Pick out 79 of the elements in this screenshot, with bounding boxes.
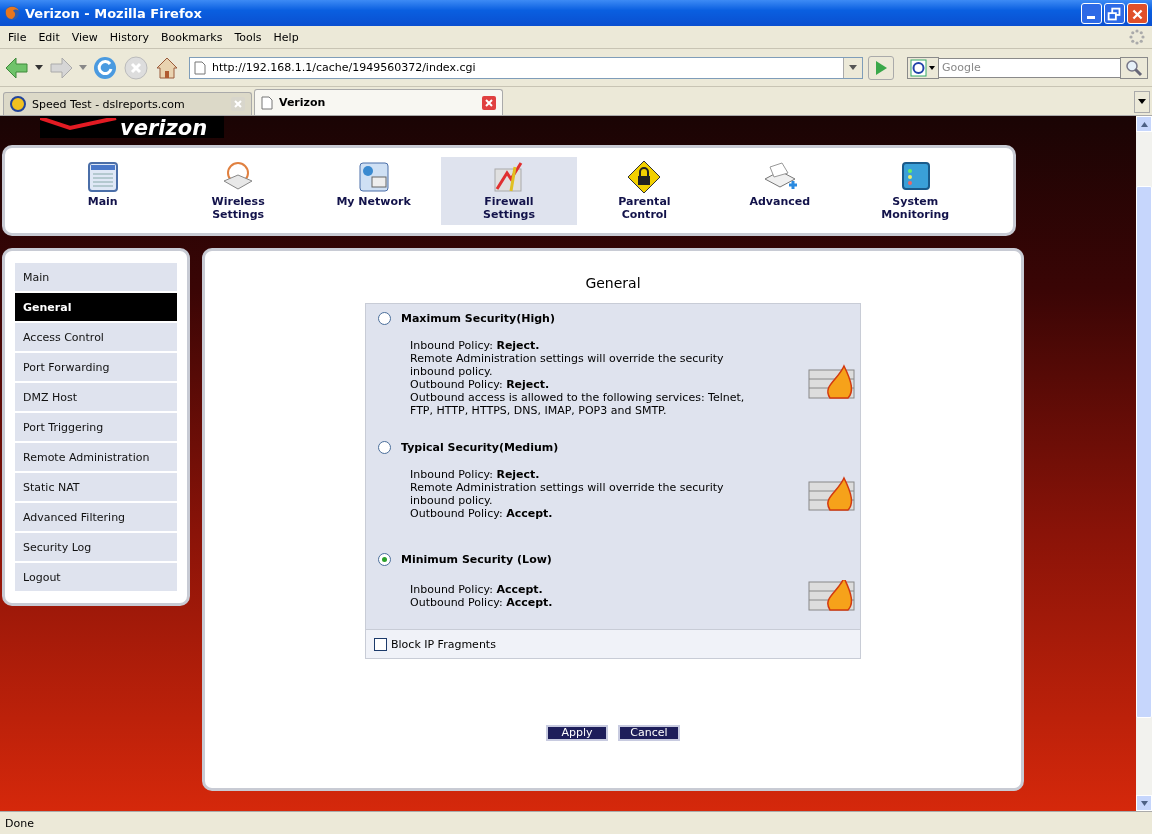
radio-button[interactable] — [378, 312, 391, 325]
policy-text: Remote Administration settings will override the security inbound policy. — [410, 481, 725, 507]
restore-button[interactable] — [1104, 2, 1125, 24]
menu-item[interactable]: File — [2, 30, 33, 44]
panel-title: General — [585, 275, 641, 291]
close-button[interactable] — [1127, 2, 1148, 24]
scroll-down-button[interactable] — [1136, 795, 1152, 811]
search-field[interactable]: Google — [939, 57, 1120, 78]
nav-item[interactable]: Firewall Settings — [441, 156, 577, 225]
sidebar-item[interactable]: DMZ Host — [15, 383, 177, 411]
sidebar-item[interactable]: Port Triggering — [15, 413, 177, 441]
checkbox[interactable] — [374, 637, 387, 651]
search-engine-icon[interactable] — [907, 56, 939, 79]
go-icon[interactable] — [868, 55, 894, 80]
menu-item[interactable]: Bookmarks — [155, 30, 229, 44]
policy-text: Outbound Policy: Accept. — [410, 596, 554, 609]
dropdown-icon[interactable] — [35, 64, 43, 71]
minimize-button[interactable] — [1081, 2, 1102, 24]
padlock-icon — [626, 158, 663, 195]
sidebar-item[interactable]: Advanced Filtering — [15, 503, 177, 531]
form-button[interactable]: Cancel — [618, 725, 680, 741]
policy-text: Inbound Policy: Accept. — [410, 583, 544, 596]
policy-text: Outbound Policy: Accept. — [410, 507, 554, 520]
scrollbar-thumb[interactable] — [1136, 186, 1152, 718]
search-icon[interactable] — [1120, 56, 1148, 79]
sidebar-item[interactable]: Logout — [15, 563, 177, 591]
menu-item[interactable]: Help — [267, 30, 305, 44]
option-label: Typical Security(Medium) — [401, 441, 559, 454]
policy-text: Inbound Policy: Reject. — [410, 468, 541, 481]
tab-list-button[interactable] — [1134, 91, 1150, 113]
nav-item[interactable]: My Network — [305, 156, 442, 225]
scroll-up-button[interactable] — [1136, 116, 1152, 132]
status-text: Done — [5, 816, 34, 830]
menu-item[interactable]: View — [65, 30, 104, 44]
option-label: Minimum Security (Low) — [401, 553, 552, 566]
up-arrow-icon — [1140, 121, 1148, 127]
checkbox-label: Block IP Fragments — [391, 637, 496, 651]
policy-text: Outbound access is allowed to the following services: Telnet, FTP, HTTP, HTTPS, DNS, IMAP, POP3 and SMTP. — [410, 391, 746, 417]
dropdown-icon[interactable] — [843, 57, 862, 78]
menu-item[interactable]: Tools — [228, 30, 268, 44]
brand-logo: verizon — [40, 116, 224, 138]
nav-item[interactable]: Parental Control — [576, 156, 713, 225]
browser-tab[interactable]: Verizon — [254, 89, 503, 115]
sidebar-item[interactable]: Main — [15, 263, 177, 291]
radio-button[interactable] — [378, 441, 391, 454]
sidebar-item[interactable]: Port Forwarding — [15, 353, 177, 381]
scrollbar[interactable] — [1136, 116, 1152, 811]
sidebar-item[interactable]: Static NAT — [15, 473, 177, 501]
throbber-icon — [1129, 29, 1145, 45]
menu-item[interactable]: History — [103, 30, 155, 44]
caret-icon — [1138, 99, 1146, 105]
radio-button[interactable] — [378, 553, 391, 566]
policy-text: Remote Administration settings will override the security inbound policy. — [410, 352, 725, 378]
policy-text: Outbound Policy: Reject. — [410, 378, 551, 391]
site-badge-icon — [10, 96, 26, 112]
menu-item[interactable]: Edit — [32, 30, 66, 44]
nav-item[interactable]: Main — [35, 156, 171, 225]
policy-text: Inbound Policy: Reject. — [410, 339, 541, 352]
sidebar-item[interactable]: Security Log — [15, 533, 177, 561]
window-title: Verizon - Mozilla Firefox — [25, 5, 202, 21]
sidebar-item[interactable]: Access Control — [15, 323, 177, 351]
fox-globe-icon — [4, 5, 20, 21]
sidebar-item[interactable]: General — [15, 293, 177, 321]
firewall-icon — [808, 580, 856, 612]
minimize-icon — [1087, 15, 1095, 19]
address-field[interactable]: http://192.168.1.1/cache/1949560372/index.cgi — [189, 56, 863, 79]
option-label: Maximum Security(High) — [401, 312, 555, 325]
down-arrow-icon — [1140, 800, 1148, 806]
firewall-icon — [808, 476, 856, 512]
browser-tab[interactable]: Speed Test - dslreports.com — [3, 92, 252, 115]
page-icon — [194, 60, 206, 75]
sidebar-item[interactable]: Remote Administration — [15, 443, 177, 471]
form-button[interactable]: Apply — [546, 725, 608, 741]
close-tab-icon[interactable] — [482, 95, 496, 110]
reload-icon[interactable] — [92, 54, 118, 81]
nav-item[interactable]: System Monitoring — [847, 156, 983, 225]
page-icon — [261, 95, 273, 110]
nav-item[interactable]: Wireless Settings — [170, 156, 306, 225]
nav-item[interactable]: Advanced — [712, 156, 848, 225]
